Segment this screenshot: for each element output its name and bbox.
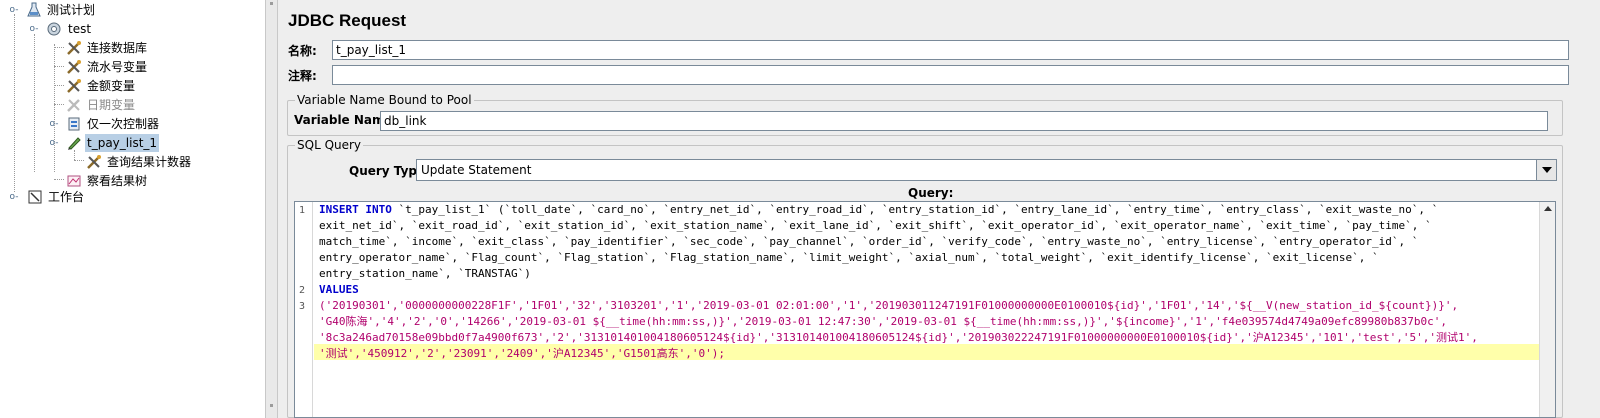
tree-node-config-disabled[interactable]: 日期变量 xyxy=(0,96,260,114)
code-line: match_time`, `income`, `exit_class`, `pa… xyxy=(319,234,1418,250)
variable-name-row: Variable Name: db_link xyxy=(294,111,1574,131)
name-label: 名称: xyxy=(288,44,317,58)
scroll-up-icon[interactable] xyxy=(1544,206,1552,211)
tree-node-config[interactable]: 连接数据库 xyxy=(0,39,260,57)
line-number: 3 xyxy=(299,301,306,312)
tree-node-label: 测试计划 xyxy=(47,3,96,17)
variable-name-field[interactable]: db_link xyxy=(380,111,1548,131)
tree-node-label: 流水号变量 xyxy=(87,60,148,74)
sql-keyword: VALUES xyxy=(319,283,359,296)
query-label: Query: xyxy=(908,186,954,200)
tree-node-label: 日期变量 xyxy=(87,98,136,112)
vertical-scrollbar[interactable] xyxy=(1539,202,1555,417)
tree-node-label: t_pay_list_1 xyxy=(85,134,160,152)
name-field[interactable]: t_pay_list_1 xyxy=(332,40,1569,60)
sql-keyword: INSERT INTO xyxy=(319,203,392,216)
dropdown-button[interactable] xyxy=(1536,160,1556,180)
test-plan-tree[interactable]: o- 测试计划 o- test 连接数据库 流水号变量 金额变量 日期变量 o-… xyxy=(0,0,266,418)
comment-label: 注释: xyxy=(288,69,317,83)
tree-node-label: test xyxy=(68,22,92,36)
tree-node-label: 仅一次控制器 xyxy=(87,117,160,131)
code-line: 'G40陈海','4','2','0','14266','2019-03-01 … xyxy=(319,314,1447,330)
editor-panel: JDBC Request 名称: t_pay_list_1 注释: Variab… xyxy=(279,0,1600,418)
code-line: ('20190301','0000000000228F1F','1F01','3… xyxy=(319,298,1458,314)
tree-node-test-plan[interactable]: o- 测试计划 xyxy=(0,1,260,19)
line-number: 2 xyxy=(299,285,306,296)
pool-section-legend: Variable Name Bound to Pool xyxy=(295,93,474,107)
code-text: exit_net_id`, `exit_road_id`, `exit_stat… xyxy=(319,219,1432,232)
tree-node-config[interactable]: 金额变量 xyxy=(0,77,260,95)
tree-node-workbench[interactable]: o- 工作台 xyxy=(0,188,260,206)
tree-expand-icon[interactable]: o- xyxy=(48,137,60,149)
code-text: `t_pay_list_1` (`toll_date`, `card_no`, … xyxy=(391,203,1439,216)
tree-node-controller[interactable]: o- 仅一次控制器 xyxy=(0,115,260,133)
comment-row: 注释: xyxy=(288,65,1589,85)
sql-string: '测试','450912','2','23091','2409','沪A1234… xyxy=(319,347,725,360)
code-text: match_time`, `income`, `exit_class`, `pa… xyxy=(319,235,1419,248)
code-line: entry_station_name`, `TRANSTAG`) xyxy=(319,266,531,282)
code-text: entry_station_name`, `TRANSTAG`) xyxy=(319,267,531,280)
test-plan-icon xyxy=(27,2,41,17)
tree-node-label: 连接数据库 xyxy=(87,41,148,55)
wrench-icon xyxy=(67,41,81,55)
query-type-select[interactable]: Update Statement xyxy=(416,159,1557,181)
sql-string: ('20190301','0000000000228F1F','1F01','3… xyxy=(319,299,1459,312)
wrench-icon xyxy=(87,155,101,169)
chevron-down-icon xyxy=(1542,167,1552,173)
comment-field[interactable] xyxy=(332,65,1569,85)
sql-query-section-legend: SQL Query xyxy=(295,138,364,152)
sql-string: '8c3a246ad70158e09bbd0f7a4900f673','2','… xyxy=(319,331,1478,344)
chart-icon xyxy=(67,175,81,187)
wrench-icon xyxy=(67,60,81,74)
split-pane-divider[interactable] xyxy=(266,0,278,418)
tree-node-label: 工作台 xyxy=(48,190,85,204)
tree-expand-icon[interactable]: o- xyxy=(48,118,60,130)
tree-expand-icon[interactable]: o- xyxy=(8,4,20,16)
workbench-icon xyxy=(28,190,42,204)
wrench-icon xyxy=(67,79,81,93)
code-text: entry_operator_name`, `Flag_count`, `Fla… xyxy=(319,251,1379,264)
pen-icon xyxy=(68,137,81,150)
page-title: JDBC Request xyxy=(288,11,407,30)
code-line: INSERT INTO `t_pay_list_1` (`toll_date`,… xyxy=(319,202,1438,218)
tree-node-label: 金额变量 xyxy=(87,79,136,93)
sql-string: 'G40陈海','4','2','0','14266','2019-03-01 … xyxy=(319,315,1447,328)
wrench-disabled-icon xyxy=(67,99,80,112)
splitter-grip-icon xyxy=(270,2,273,5)
tree-node-config[interactable]: 流水号变量 xyxy=(0,58,260,76)
tree-node-thread-group[interactable]: o- test xyxy=(0,20,260,38)
splitter-grip-icon xyxy=(270,404,273,407)
query-type-value: Update Statement xyxy=(421,163,532,177)
line-number-gutter: 1 2 3 xyxy=(295,202,313,417)
tree-node-jdbc-request[interactable]: o- t_pay_list_1 xyxy=(0,134,260,152)
code-line: '8c3a246ad70158e09bbd0f7a4900f673','2','… xyxy=(319,330,1478,346)
tree-node-config[interactable]: 查询结果计数器 xyxy=(0,153,260,171)
controller-icon xyxy=(68,117,80,131)
line-number: 1 xyxy=(299,205,306,216)
tree-expand-icon[interactable]: o- xyxy=(8,191,20,203)
code-line: entry_operator_name`, `Flag_count`, `Fla… xyxy=(319,250,1379,266)
gear-icon xyxy=(47,22,61,36)
tree-expand-icon[interactable]: o- xyxy=(28,23,40,35)
tree-node-label: 查询结果计数器 xyxy=(107,155,192,169)
sql-code-editor[interactable]: 1 2 3 INSERT INTO `t_pay_list_1` (`toll_… xyxy=(294,201,1556,418)
code-line: VALUES xyxy=(319,282,359,298)
code-line: exit_net_id`, `exit_road_id`, `exit_stat… xyxy=(319,218,1432,234)
code-line: '测试','450912','2','23091','2409','沪A1234… xyxy=(319,346,725,362)
name-row: 名称: t_pay_list_1 xyxy=(288,40,1589,60)
